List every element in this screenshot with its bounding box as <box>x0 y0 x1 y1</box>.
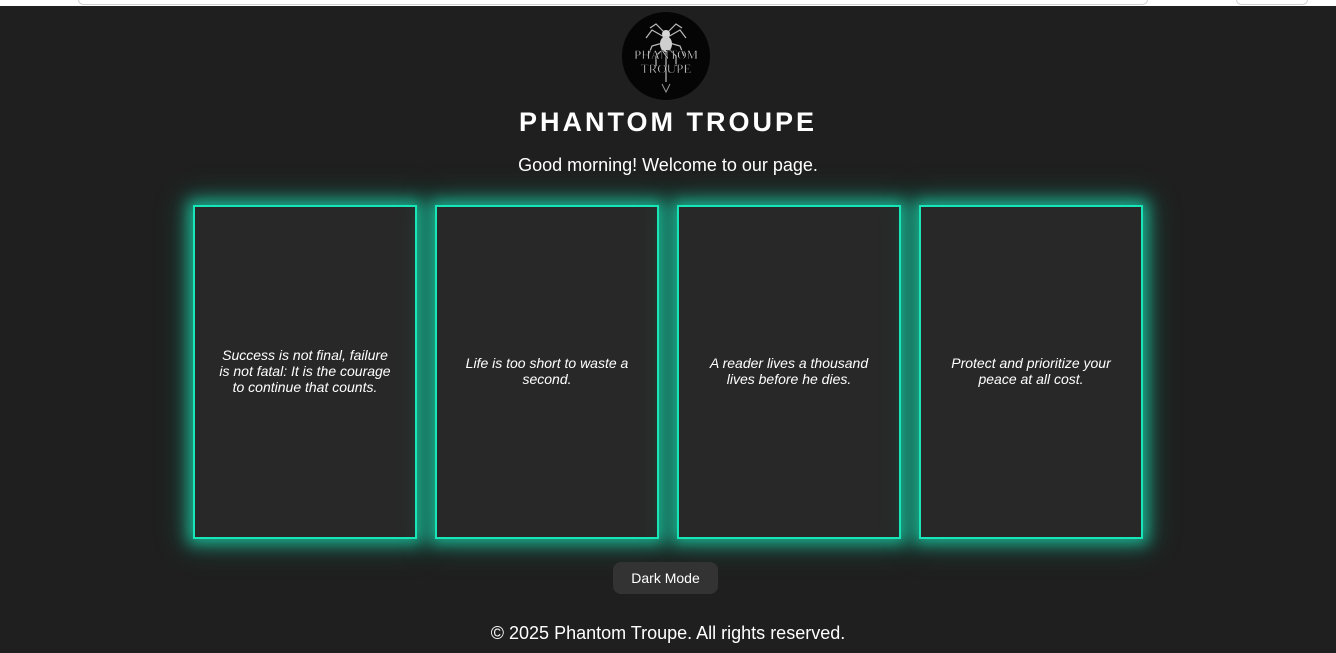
quote-card[interactable]: Success is not final, failure is not fat… <box>193 205 417 539</box>
logo-text-line2: TROUPE <box>641 61 692 76</box>
footer-text: © 2025 Phantom Troupe. All rights reserv… <box>490 623 846 643</box>
quote-text: Success is not final, failure is not fat… <box>219 347 391 395</box>
greeting-text: Good morning! Welcome to our page. <box>518 155 818 175</box>
logo: PHANTOM TROUPE <box>622 12 710 100</box>
page: PHANTOM TROUPE PHANTOM TROUPE Good morni… <box>0 0 1336 653</box>
address-bar-edge <box>78 0 1148 5</box>
quote-text: A reader lives a thousand lives before h… <box>709 355 869 387</box>
toolbar-button-edge <box>1236 0 1308 5</box>
quote-card[interactable]: A reader lives a thousand lives before h… <box>677 205 901 539</box>
quote-text: Life is too short to waste a second. <box>465 355 629 387</box>
dark-mode-button[interactable]: Dark Mode <box>613 562 718 594</box>
quote-card[interactable]: Protect and prioritize your peace at all… <box>919 205 1143 539</box>
quote-card[interactable]: Life is too short to waste a second. <box>435 205 659 539</box>
quote-cards: Success is not final, failure is not fat… <box>193 205 1143 539</box>
quote-text: Protect and prioritize your peace at all… <box>951 355 1111 387</box>
logo-text-line1: PHANTOM <box>634 47 698 62</box>
browser-top-strip <box>0 0 1336 6</box>
page-title: PHANTOM TROUPE <box>518 107 817 137</box>
spider-icon: PHANTOM TROUPE <box>634 23 699 94</box>
